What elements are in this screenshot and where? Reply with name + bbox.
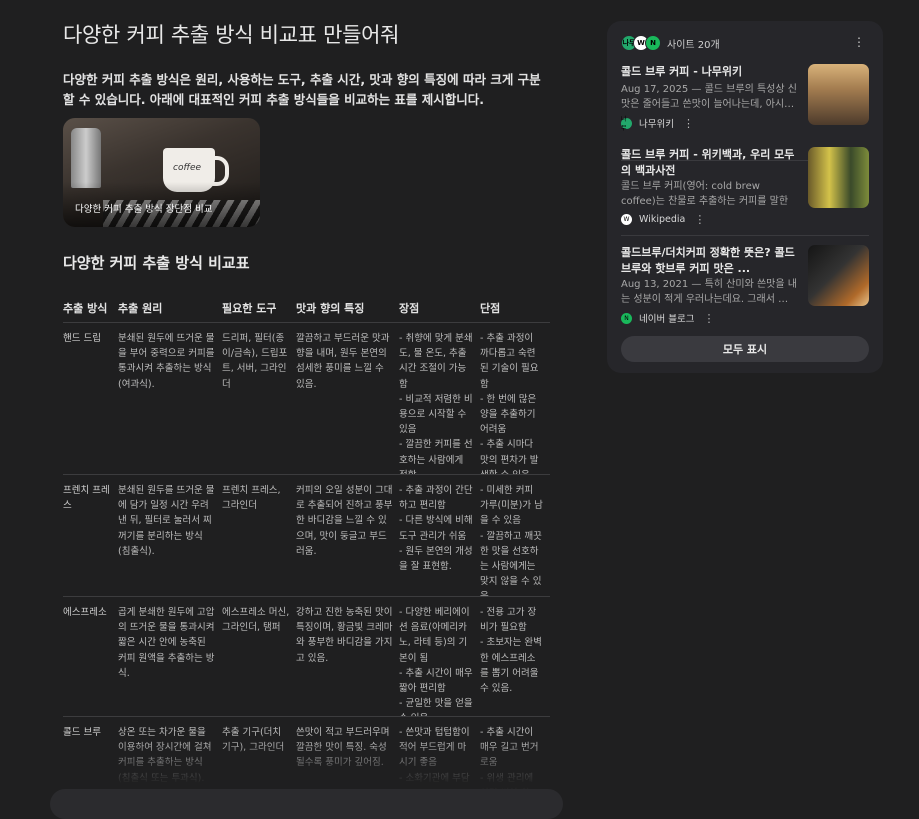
sources-count: 사이트 20개 <box>667 39 720 51</box>
cup-text: coffee <box>173 163 202 173</box>
source-site-name: Wikipedia <box>639 214 686 225</box>
column-header: 맛과 향의 특징 <box>296 302 365 315</box>
table-header-row: 추출 방식 추출 원리 필요한 도구 맛과 향의 특징 장점 단점 <box>63 300 550 323</box>
image-caption: 다양한 커피 추출 방식 장단점 비교 <box>75 204 213 215</box>
source-thumbnail <box>808 64 869 125</box>
source-site-name: 네이버 블로그 <box>639 314 695 325</box>
table-cell: 분쇄된 원두에 뜨거운 물을 부어 중력으로 커피를 통과시켜 추출하는 방식 … <box>118 333 215 390</box>
table-cell: 깔끔하고 부드러운 맛과 향을 내며, 원두 본연의 섬세한 풍미를 느낄 수 … <box>296 333 390 390</box>
vertical-ellipsis-icon[interactable]: ⋮ <box>683 117 694 130</box>
naver-favicon-icon: N <box>645 35 661 51</box>
table-row: 핸드 드립 분쇄된 원두에 뜨거운 물을 부어 중력으로 커피를 통과시켜 추출하… <box>63 323 550 475</box>
table-cell: 에스프레소 머신, 그라인더, 탬퍼 <box>222 607 290 634</box>
vertical-ellipsis-icon[interactable]: ⋮ <box>703 312 714 325</box>
table-cell: - 다양한 베리에이션 음료(아메리카노, 라테 등)의 기본이 됨 - 추출 … <box>399 607 473 716</box>
vertical-ellipsis-icon[interactable]: ⋮ <box>694 213 705 226</box>
source-title[interactable]: 콜드 브루 커피 - 위키백과, 우리 모두의 백과사전 <box>621 147 797 179</box>
table-cell: - 미세한 커피 가루(미분)가 남을 수 있음 - 깔끔하고 깨끗한 맛을 선… <box>480 485 543 597</box>
sources-panel: 나무 W N 사이트 20개 ⋮ 콜드 브루 커피 - 나무위키 Aug 17,… <box>607 21 883 373</box>
sources-header[interactable]: 나무 W N 사이트 20개 <box>621 35 720 51</box>
table-cell: 핸드 드립 <box>63 333 101 344</box>
table-cell: 프렌치 프레스, 그라인더 <box>222 485 281 512</box>
namuwiki-favicon-icon: 나무 <box>621 116 632 132</box>
table-cell: 분쇄된 원두를 뜨거운 물에 담가 일정 시간 우려낸 뒤, 필터로 눌러서 찌… <box>118 485 215 557</box>
table-cell: 강하고 진한 농축된 맛이 특징이며, 황금빛 크레마와 풍부한 바디감을 가지… <box>296 607 393 664</box>
table-cell: 곱게 분쇄한 원두에 고압의 뜨거운 물을 통과시켜 짧은 시간 안에 농축된 … <box>118 607 215 679</box>
table-cell: 프렌치 프레스 <box>63 485 110 512</box>
table-row: 에스프레소 곱게 분쇄한 원두에 고압의 뜨거운 물을 통과시켜 짧은 시간 안에… <box>63 597 550 717</box>
source-thumbnail <box>808 147 869 208</box>
wikipedia-favicon-icon: W <box>621 214 632 225</box>
table-cell: - 취향에 맞게 분쇄도, 물 온도, 추출 시간 조절이 가능함 - 비교적 … <box>399 333 473 474</box>
source-item[interactable]: 콜드브루/더치커피 정확한 뜻은? 콜드브루와 핫브루 커피 맛은 ... Au… <box>621 245 869 325</box>
column-header: 장점 <box>399 302 420 315</box>
table-heading: 다양한 커피 추출 방식 비교표 <box>63 254 250 272</box>
table-cell: 드리퍼, 필터(종이/금속), 드립포트, 서버, 그라인더 <box>222 333 288 390</box>
source-snippet: Aug 17, 2025 — 콜드 브루의 특성상 신맛은 줄어들고 쓴맛이 늘… <box>621 84 797 110</box>
source-site: W Wikipedia ⋮ <box>621 213 705 226</box>
table-cell: - 전용 고가 장비가 필요함 - 초보자는 완벽한 에스프레소를 뽑기 어려울… <box>480 607 542 695</box>
source-thumbnail <box>808 245 869 306</box>
table-cell: - 추출 과정이 까다롭고 숙련된 기술이 필요함 - 한 번에 많은 양을 추… <box>480 333 539 474</box>
prompt-input-bar[interactable] <box>50 789 563 819</box>
query-title: 다양한 커피 추출 방식 비교표 만들어줘 <box>63 23 400 47</box>
comparison-table: 추출 방식 추출 원리 필요한 도구 맛과 향의 특징 장점 단점 핸드 드립분… <box>63 300 550 797</box>
table-cell: - 추출 과정이 간단하고 편리함 - 다른 방식에 비해 도구 관리가 쉬움 … <box>399 485 473 573</box>
table-cell: 커피의 오일 성분이 그대로 추출되어 진하고 풍부한 바디감을 느낄 수 있으… <box>296 485 393 557</box>
vertical-ellipsis-icon[interactable]: ⋮ <box>853 35 865 49</box>
show-all-button[interactable]: 모두 표시 <box>621 336 869 362</box>
moka-pot-graphic <box>71 128 101 188</box>
source-snippet: Aug 13, 2021 — 특히 산미와 쓴맛을 내는 성분이 적게 우러나는… <box>621 279 797 305</box>
table-cell: 에스프레소 <box>63 607 107 618</box>
column-header: 단점 <box>480 302 501 315</box>
column-header: 추출 원리 <box>118 302 163 315</box>
source-item[interactable]: 콜드 브루 커피 - 위키백과, 우리 모두의 백과사전 콜드 브루 커피(영어… <box>621 147 869 236</box>
answer-intro: 다양한 커피 추출 방식은 원리, 사용하는 도구, 추출 시간, 맛과 향의 … <box>63 72 541 107</box>
source-site-name: 나무위키 <box>639 119 674 130</box>
source-title[interactable]: 콜드브루/더치커피 정확한 뜻은? 콜드브루와 핫브루 커피 맛은 ... <box>621 245 797 277</box>
source-site: N 네이버 블로그 ⋮ <box>621 311 714 325</box>
column-header: 필요한 도구 <box>222 302 277 315</box>
column-header: 추출 방식 <box>63 302 108 315</box>
source-title[interactable]: 콜드 브루 커피 - 나무위키 <box>621 64 797 80</box>
source-snippet: 콜드 브루 커피(영어: cold brew coffee)는 찬물로 추출하는… <box>621 181 789 207</box>
coffee-image-card[interactable]: coffee 다양한 커피 추출 방식 장단점 비교 <box>63 118 260 227</box>
table-row: 프렌치 프레스 분쇄된 원두를 뜨거운 물에 담가 일정 시간 우려낸 뒤, 필터… <box>63 475 550 597</box>
source-site: 나무 나무위키 ⋮ <box>621 116 694 132</box>
naver-favicon-icon: N <box>621 312 632 324</box>
table-body: 핸드 드립 분쇄된 원두에 뜨거운 물을 부어 중력으로 커피를 통과시켜 추출하… <box>63 323 550 797</box>
